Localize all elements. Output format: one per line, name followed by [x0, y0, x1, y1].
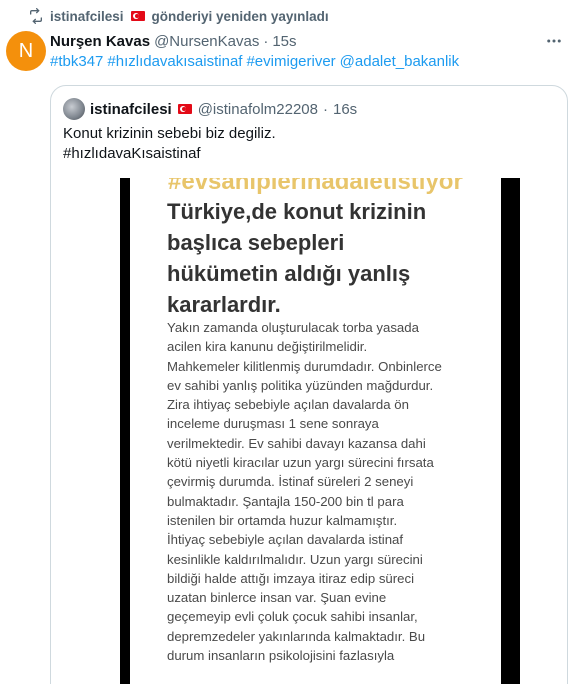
hashtag-link[interactable]: #evimigeriver [246, 53, 335, 70]
doc-body-line: Zira ihtiyaç sebebiyle açılan davalarda … [167, 397, 409, 413]
post-hashtags: #tbk347 #hızlıdavakısaistinaf #evimigeri… [50, 53, 459, 70]
separator: · [323, 100, 328, 118]
doc-body-line: Yakın zamanda oluşturulacak torba yasada [167, 320, 419, 335]
doc-top-hashtag: #evsahiplerinadaletistiyor [168, 178, 463, 195]
quote-avatar[interactable] [63, 98, 85, 120]
repost-username[interactable]: istinafcilesi [50, 9, 124, 24]
hashtag-link[interactable]: #hızlıdavakısaistinaf [107, 53, 242, 70]
doc-heading-line: hükümetin aldığı yanlış [167, 261, 411, 286]
doc-body-line: bildiği halde attığı imzaya itiraz edip … [167, 570, 415, 586]
doc-body-line: uzatan binlerce insan var. Şuan evine [167, 590, 387, 606]
separator: · [263, 32, 269, 50]
doc-body-line: verilmektedir. Ev sahibi davayı kazansa … [167, 435, 426, 451]
doc-body-line: ev sahibi yanlış politika yüzünden mağdu… [167, 377, 434, 393]
mention-link[interactable]: @adalet_bakanlik [340, 53, 459, 70]
quote-time[interactable]: 16s [333, 101, 357, 118]
media-letterbox-right [501, 178, 520, 684]
doc-body-line: Mahkemeler kilitlenmiş durumdadır. Onbin… [167, 358, 442, 374]
doc-body-line: İhtiyaç sebebiyle açılan davalarda istin… [167, 532, 404, 548]
repost-icon [28, 8, 44, 24]
doc-body-line: bulmaktadır. Şantajla 150-200 bin tl par… [167, 493, 404, 509]
doc-body-line: inceleme duruşması 1 sene sonraya [167, 416, 379, 432]
quote-handle[interactable]: @istinafolm22208 [198, 101, 318, 118]
repost-indicator[interactable]: istinafcilesi gönderiyi yeniden yayınlad… [28, 7, 329, 25]
quote-text: Konut krizinin sebebi biz degiliz. #hızl… [63, 124, 276, 164]
doc-body-line: durum insanların psikolojisini fazlasıyl… [167, 648, 395, 664]
doc-heading: Türkiye,de konut krizinin başlıca sebepl… [167, 196, 497, 320]
avatar[interactable]: N [6, 31, 46, 71]
doc-body-line: çevirmiş durumda. İstinaf süreleri 2 sen… [167, 474, 414, 490]
quote-display-name[interactable]: istinafcilesi [90, 101, 172, 118]
doc-body-line: acilen kira kanunu değiştirilmelidir. [167, 339, 368, 355]
doc-heading-line: başlıca sebepleri [167, 230, 345, 255]
doc-body-line: depremzedeler yakınlarında kalmaktadır. … [167, 628, 426, 644]
quote-text-line: Konut krizinin sebebi biz degiliz. [63, 125, 276, 142]
more-icon[interactable] [544, 31, 564, 51]
post-header: Nurşen Kavas @NursenKavas · 15s [50, 31, 297, 51]
turkey-flag-icon [130, 11, 145, 21]
doc-body-line: kesinlikle kaldırılmalıdır. Uzun yargı s… [167, 551, 423, 567]
doc-body: Yakın zamanda oluşturulacak torba yasada… [167, 318, 497, 665]
quote-media[interactable]: #evsahiplerinadaletistiyor Türkiye,de ko… [51, 178, 567, 684]
media-document-image: #evsahiplerinadaletistiyor Türkiye,de ko… [130, 178, 501, 684]
quote-header: istinafcilesi @istinafolm22208 · 16s [63, 98, 357, 120]
display-name[interactable]: Nurşen Kavas [50, 33, 150, 50]
avatar-letter: N [18, 39, 34, 62]
doc-body-line: geçemeyip evli çoluk çocuk sahibi insanl… [167, 609, 418, 625]
post-time[interactable]: 15s [272, 33, 296, 50]
doc-body-line: kötü niyetli kiracılar uzun yargı süreci… [167, 455, 434, 471]
doc-heading-line: Türkiye,de konut krizinin [167, 199, 427, 224]
doc-heading-line: kararlardır. [167, 292, 281, 317]
doc-body-line: istenilen bir ortamda huzur kalmamıştır. [167, 512, 398, 528]
repost-action-text: gönderiyi yeniden yayınladı [151, 8, 329, 24]
quoted-post[interactable]: istinafcilesi @istinafolm22208 · 16s Kon… [50, 85, 568, 684]
turkey-flag-icon [177, 104, 192, 114]
hashtag-link[interactable]: #tbk347 [50, 53, 103, 70]
user-handle[interactable]: @NursenKavas [154, 33, 259, 50]
quote-hashtag-line: #hızlıdavaKısaistinaf [63, 145, 201, 162]
